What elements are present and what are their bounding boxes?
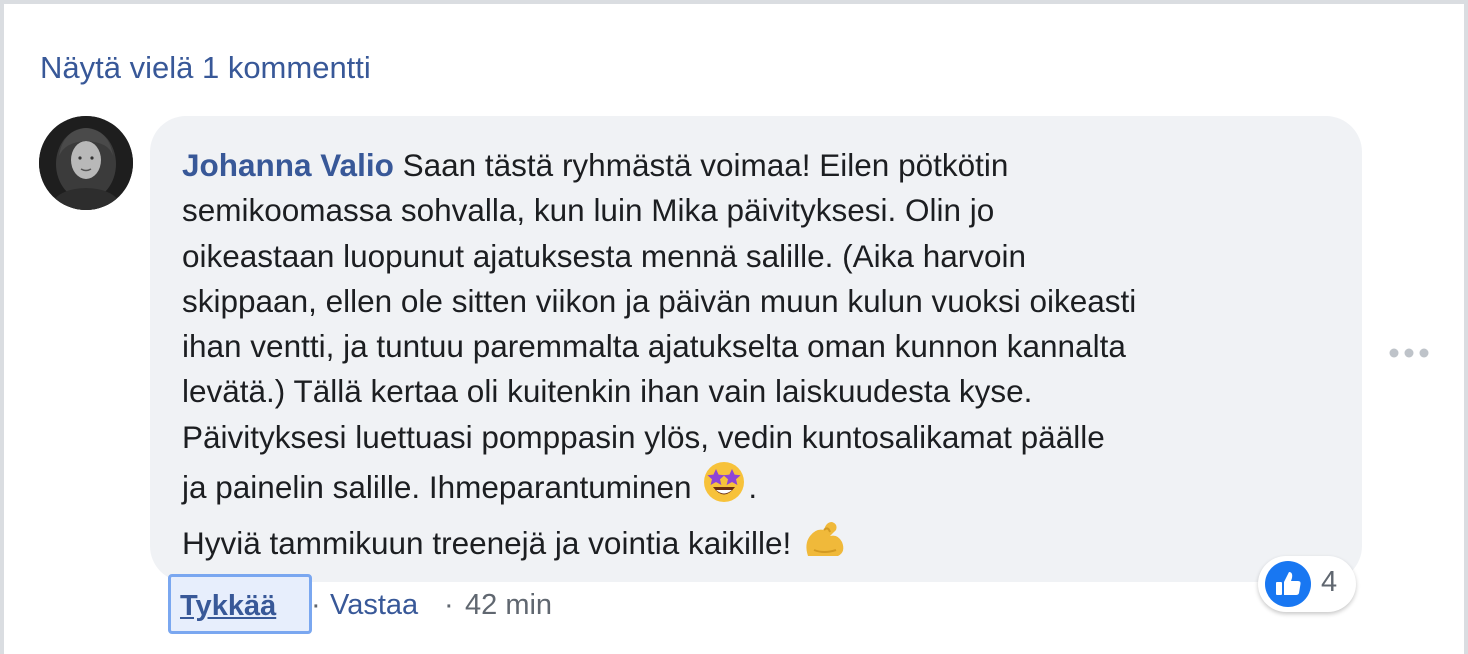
comment-line: Hyviä tammikuun treenejä ja vointia kaik… (182, 516, 1352, 572)
thumbs-up-icon (1264, 560, 1312, 613)
comment-text-segment: Hyviä tammikuun treenejä ja vointia kaik… (182, 525, 792, 562)
avatar[interactable] (39, 116, 133, 210)
reaction-summary[interactable]: 4 (1258, 556, 1356, 612)
comment-line: Päivityksesi luettuasi pomppasin ylös, v… (182, 418, 1105, 455)
comment-line: semikoomassa sohvalla, kun luin Mika päi… (182, 192, 995, 229)
comment-body: Johanna Valio Saan tästä ryhmästä voimaa… (182, 143, 1352, 573)
reply-button[interactable]: Vastaa (330, 589, 418, 622)
author-name[interactable]: Johanna Valio (182, 147, 394, 183)
comment-line: ihan ventti, ja tuntuu paremmalta ajatuk… (182, 328, 1126, 365)
show-more-comments-link[interactable]: Näytä vielä 1 kommentti (40, 50, 371, 86)
like-button[interactable]: Tykkää (168, 574, 312, 634)
reaction-count: 4 (1321, 566, 1338, 598)
comment-text-segment: ja painelin salille. Ihmeparantuminen (182, 469, 692, 506)
comment-text-segment: . (748, 469, 758, 506)
star-struck-emoji (702, 460, 746, 516)
like-button-label: Tykkää (180, 590, 277, 622)
comment-line: skippaan, ellen ole sitten viikon ja päi… (182, 282, 1137, 319)
comment-text-segment: Saan tästä ryhmästä voimaa! Eilen pötköt… (402, 147, 1009, 183)
more-options-icon[interactable] (1388, 342, 1430, 364)
comment-line: ja painelin salille. Ihmeparantuminen . (182, 460, 1352, 516)
separator-dot: · (311, 589, 321, 621)
comment-timestamp[interactable]: 42 min (465, 589, 552, 622)
separator-dot: · (444, 589, 454, 621)
avatar-photo (39, 116, 133, 210)
flexed-biceps-emoji (802, 516, 848, 572)
comment-line: oikeastaan luopunut ajatuksesta mennä sa… (182, 237, 1027, 274)
comment-line: levätä.) Tällä kertaa oli kuitenkin ihan… (182, 373, 1033, 410)
comment-line: Johanna Valio Saan tästä ryhmästä voimaa… (182, 143, 1352, 188)
